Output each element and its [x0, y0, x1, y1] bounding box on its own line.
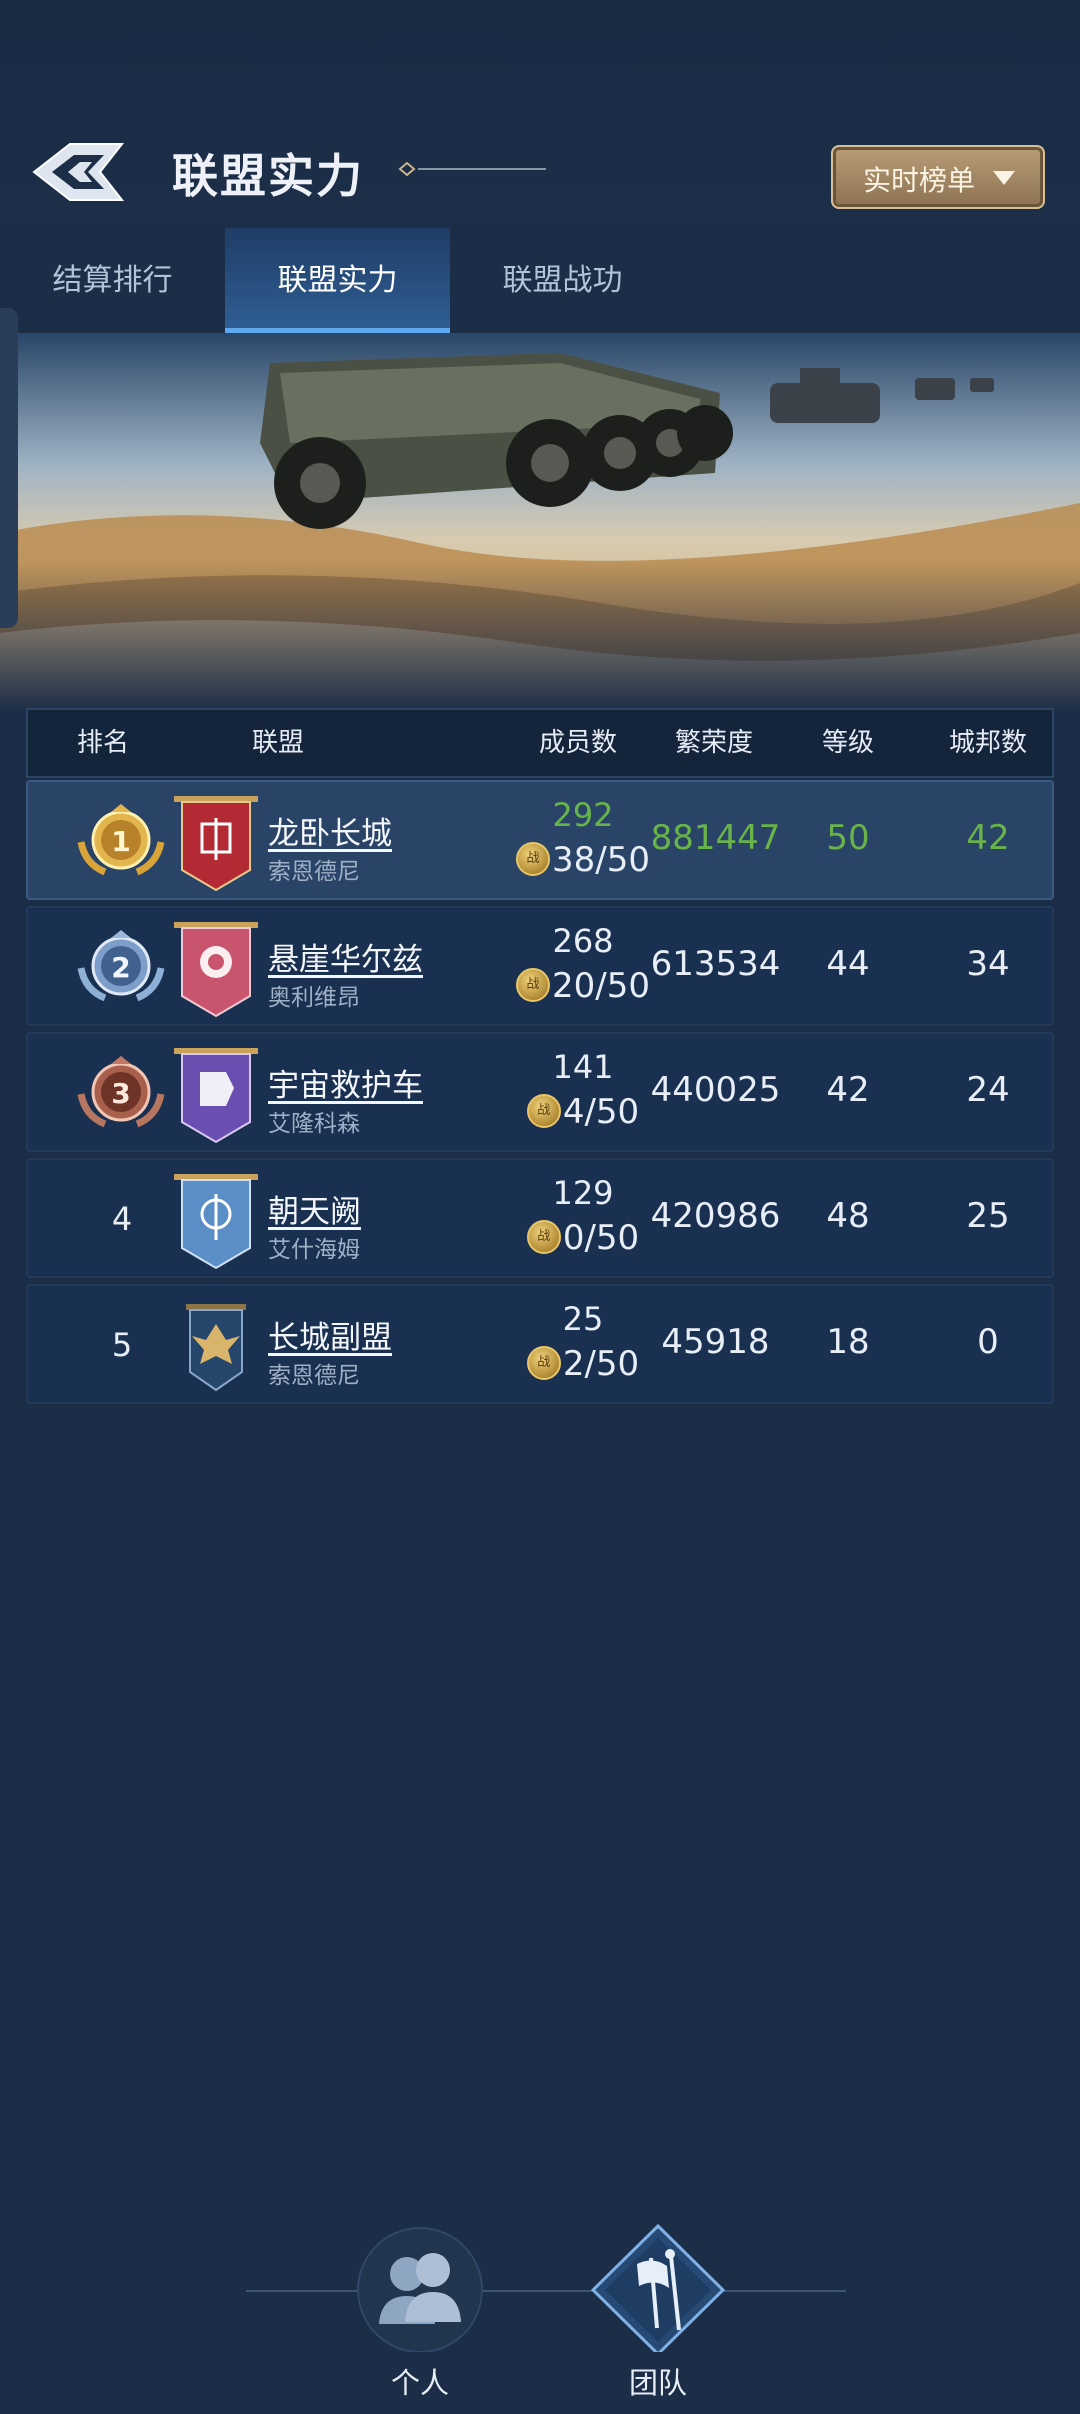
- col-level: 等级: [821, 728, 874, 758]
- level-value: 50: [826, 818, 870, 858]
- silver-rank-badge-icon: 2: [77, 930, 165, 1002]
- prosperity-value: 440025: [650, 1070, 781, 1110]
- alliance-server: 艾什海姆: [268, 1237, 360, 1263]
- bronze-rank-badge-icon: 3: [77, 1056, 165, 1128]
- svg-text:1: 1: [111, 825, 130, 858]
- prosperity-value: 881447: [650, 818, 781, 858]
- alliance-emblem-icon: [174, 796, 258, 892]
- tab-bar: 结算排行 联盟实力 联盟战功: [0, 228, 1080, 333]
- cities-value: 24: [966, 1070, 1010, 1110]
- nav-divider: [246, 2290, 846, 2292]
- alliance-name[interactable]: 宇宙救护车: [268, 1060, 423, 1105]
- col-cities: 城邦数: [948, 728, 1027, 758]
- table-row[interactable]: 4 朝天阙 艾什海姆 129 战 0/50 420986 48 25: [26, 1158, 1054, 1278]
- header-bar: 联盟实力 实时榜单: [0, 0, 1080, 222]
- col-members: 成员数: [538, 728, 617, 758]
- alliance-name[interactable]: 朝天阙: [268, 1186, 361, 1231]
- side-handle[interactable]: [0, 308, 18, 628]
- alliance-emblem-icon: [174, 922, 258, 1018]
- alliance-emblem-icon: [174, 1048, 258, 1144]
- alliance-emblem-icon: [174, 1174, 258, 1270]
- svg-text:2: 2: [111, 951, 130, 984]
- level-value: 42: [826, 1070, 870, 1110]
- alliance-name[interactable]: 悬崖华尔兹: [268, 934, 423, 979]
- title-ornament: [398, 162, 546, 176]
- cities-value: 25: [966, 1196, 1010, 1236]
- alliance-server: 奥利维昂: [268, 985, 360, 1011]
- battle-coin-icon: 战: [516, 841, 550, 876]
- alliance-emblem-icon: [186, 1304, 246, 1392]
- cities-value: 42: [966, 818, 1010, 858]
- tab-settlement-ranking[interactable]: 结算排行: [0, 228, 225, 333]
- alliance-name[interactable]: 龙卧长城: [268, 808, 392, 853]
- battle-coin-icon: 战: [526, 1219, 561, 1254]
- cities-value: 34: [966, 944, 1010, 984]
- prosperity-value: 613534: [650, 944, 781, 984]
- person-icon: [357, 2227, 483, 2353]
- table-row[interactable]: 2 悬崖华尔兹 奥利维昂 268 战 20/50 613534 44 34: [26, 906, 1054, 1026]
- back-icon[interactable]: [30, 138, 126, 206]
- nav-personal-label: 个人: [390, 2366, 449, 2400]
- table-row[interactable]: 5 长城副盟 索恩德尼 25 战 2/50 45918 18 0: [26, 1284, 1054, 1404]
- col-rank: 排名: [76, 728, 129, 758]
- leaderboard-dropdown[interactable]: 实时榜单: [831, 145, 1045, 209]
- prosperity-value: 420986: [650, 1196, 781, 1236]
- caret-down-icon: [993, 171, 1015, 185]
- alliance-name[interactable]: 长城副盟: [268, 1312, 392, 1357]
- battle-coin-icon: 战: [526, 1345, 561, 1380]
- battle-coin-icon: 战: [516, 967, 550, 1002]
- alliance-server: 艾隆科森: [268, 1111, 360, 1137]
- team-flag-icon: [590, 2223, 726, 2357]
- nav-personal[interactable]: 个人: [345, 2212, 495, 2402]
- battle-coin-icon: 战: [526, 1093, 561, 1128]
- col-prosperity: 繁荣度: [674, 728, 753, 758]
- level-value: 48: [826, 1196, 870, 1236]
- gold-rank-badge-icon: 1: [77, 804, 165, 876]
- page-title: 联盟实力: [172, 149, 364, 203]
- rank-number: 4: [111, 1200, 133, 1238]
- dropdown-label: 实时榜单: [863, 164, 976, 197]
- tab-alliance-merit[interactable]: 联盟战功: [450, 228, 675, 333]
- nav-team-label: 团队: [628, 2366, 687, 2400]
- svg-text:3: 3: [111, 1077, 130, 1110]
- table-header: 排名 联盟 成员数 繁荣度 等级 城邦数: [26, 708, 1054, 778]
- cities-value: 0: [977, 1322, 999, 1362]
- table-row[interactable]: 3 宇宙救护车 艾隆科森 141 战 4/50 440025 42 24: [26, 1032, 1054, 1152]
- table-row[interactable]: 1 龙卧长城 索恩德尼 292 战 38/50 881447 50 42: [26, 780, 1054, 900]
- alliance-server: 索恩德尼: [268, 859, 360, 885]
- rank-number: 5: [111, 1326, 133, 1364]
- level-value: 44: [826, 944, 870, 984]
- tab-alliance-strength[interactable]: 联盟实力: [225, 228, 450, 333]
- prosperity-value: 45918: [661, 1322, 770, 1362]
- bottom-nav: 个人 团队: [0, 2190, 1080, 2414]
- banner-image: [0, 333, 1080, 713]
- col-alliance: 联盟: [251, 728, 304, 758]
- level-value: 18: [826, 1322, 870, 1362]
- alliance-server: 索恩德尼: [268, 1363, 360, 1389]
- nav-team[interactable]: 团队: [583, 2212, 733, 2402]
